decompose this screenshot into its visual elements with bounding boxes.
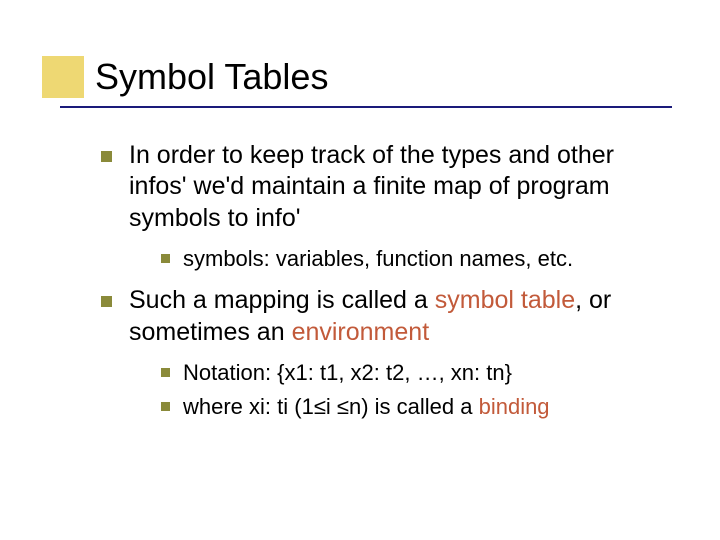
bullet-1-sub-1: symbols: variables, function names, etc. xyxy=(157,244,655,274)
bullet-2-em1: symbol table xyxy=(435,286,575,314)
bullet-2-sub-2-em: binding xyxy=(479,394,550,419)
slide-body: In order to keep track of the types and … xyxy=(95,140,655,433)
slide: Symbol Tables In order to keep track of … xyxy=(0,0,720,540)
bullet-2: Such a mapping is called a symbol table,… xyxy=(95,285,655,421)
slide-title: Symbol Tables xyxy=(95,56,328,98)
title-underline xyxy=(60,106,672,108)
bullet-2-sub-1: Notation: {x1: t1, x2: t2, …, xn: tn} xyxy=(157,358,655,388)
bullet-list: In order to keep track of the types and … xyxy=(95,140,655,421)
bullet-2-sub-2-pre: where xi: ti (1≤i ≤n) is called a xyxy=(183,394,479,419)
bullet-1-sublist: symbols: variables, function names, etc. xyxy=(129,244,655,274)
bullet-1: In order to keep track of the types and … xyxy=(95,140,655,273)
title-wrap: Symbol Tables xyxy=(95,56,328,98)
bullet-2-sub-2: where xi: ti (1≤i ≤n) is called a bindin… xyxy=(157,392,655,422)
bullet-1-text: In order to keep track of the types and … xyxy=(129,141,614,232)
bullet-2-pre: Such a mapping is called a xyxy=(129,286,435,314)
title-accent-box xyxy=(42,56,84,98)
bullet-2-em2: environment xyxy=(292,318,430,346)
bullet-2-sublist: Notation: {x1: t1, x2: t2, …, xn: tn} wh… xyxy=(129,358,655,421)
